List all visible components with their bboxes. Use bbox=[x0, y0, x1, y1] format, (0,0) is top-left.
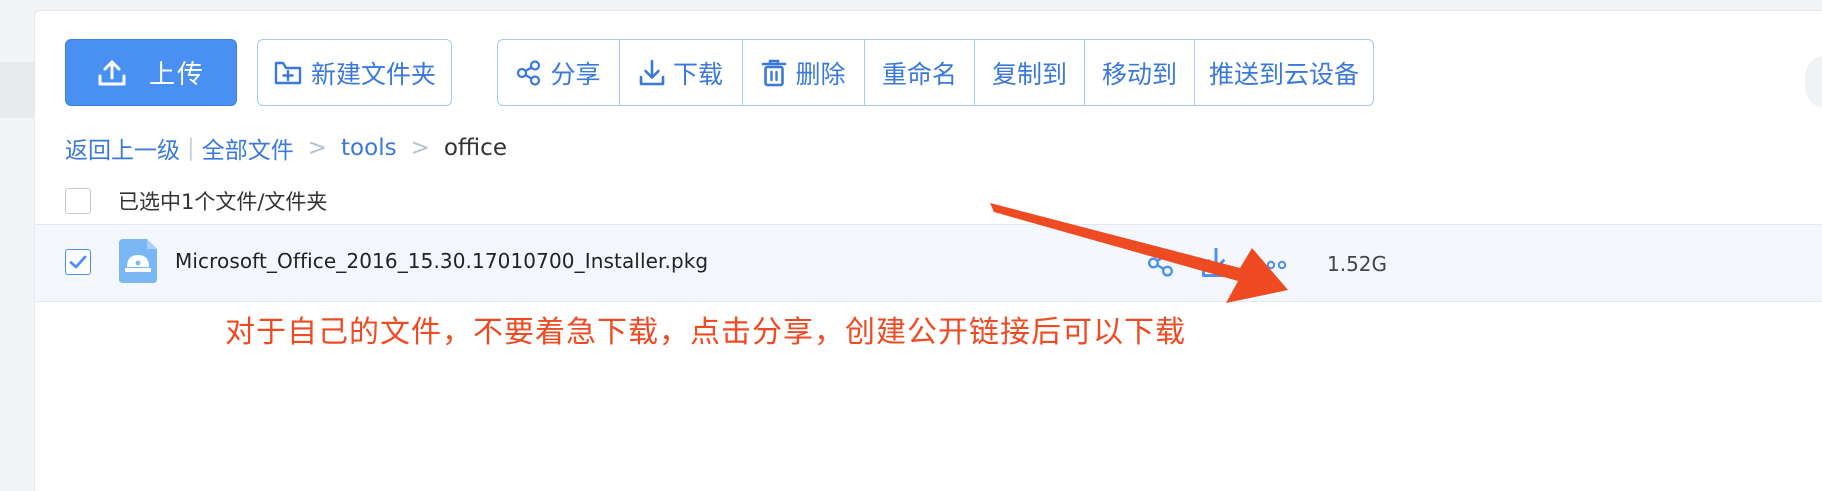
download-icon bbox=[639, 59, 665, 87]
left-sidebar-strip bbox=[0, 0, 34, 480]
new-folder-label: 新建文件夹 bbox=[310, 59, 436, 89]
push-to-cloud-device-label: 推送到云设备 bbox=[1208, 59, 1359, 89]
breadcrumb-separator: > bbox=[307, 135, 328, 161]
push-to-cloud-device-button[interactable]: 推送到云设备 bbox=[1195, 40, 1373, 105]
copy-to-button[interactable]: 复制到 bbox=[975, 40, 1085, 105]
file-actions-group: 分享 下载 删除 重命名 复制到 移动到 推送到云设备 bbox=[497, 39, 1374, 106]
breadcrumb-divider: | bbox=[187, 135, 195, 161]
trash-icon bbox=[761, 59, 787, 87]
share-button[interactable]: 分享 bbox=[498, 40, 620, 105]
breadcrumb-tools-link[interactable]: tools bbox=[341, 135, 397, 161]
row-download-icon[interactable] bbox=[1201, 247, 1231, 283]
move-to-label: 移动到 bbox=[1101, 59, 1177, 89]
side-toggle[interactable] bbox=[1805, 56, 1822, 108]
file-panel: 上传 新建文件夹 分享 下载 删除 重命名 复制到 移动到 推送到云设备 返回上… bbox=[34, 10, 1822, 491]
row-actions bbox=[1147, 247, 1287, 283]
breadcrumb: 返回上一级 | 全部文件 > tools > office bbox=[65, 131, 507, 165]
download-button[interactable]: 下载 bbox=[620, 40, 743, 105]
sidebar-tab[interactable] bbox=[0, 62, 34, 118]
move-to-button[interactable]: 移动到 bbox=[1085, 40, 1195, 105]
breadcrumb-all-files-link[interactable]: 全部文件 bbox=[202, 131, 294, 165]
new-folder-button[interactable]: 新建文件夹 bbox=[257, 39, 452, 106]
package-file-icon bbox=[119, 239, 157, 287]
share-label: 分享 bbox=[550, 59, 601, 89]
upload-button[interactable]: 上传 bbox=[65, 39, 237, 106]
upload-icon bbox=[97, 59, 127, 87]
file-row[interactable]: Microsoft_Office_2016_15.30.17010700_Ins… bbox=[35, 224, 1822, 302]
breadcrumb-separator: > bbox=[410, 135, 430, 161]
rename-button[interactable]: 重命名 bbox=[865, 40, 975, 105]
rename-label: 重命名 bbox=[881, 59, 957, 89]
more-options-icon[interactable] bbox=[1255, 256, 1287, 275]
file-name[interactable]: Microsoft_Office_2016_15.30.17010700_Ins… bbox=[175, 249, 708, 273]
upload-label: 上传 bbox=[148, 60, 205, 90]
checkmark-icon bbox=[69, 255, 87, 269]
new-folder-icon bbox=[273, 59, 303, 87]
download-label: 下载 bbox=[672, 59, 723, 89]
delete-label: 删除 bbox=[795, 59, 846, 89]
selection-summary: 已选中1个文件/文件夹 bbox=[65, 186, 327, 216]
copy-to-label: 复制到 bbox=[991, 59, 1067, 89]
selection-count-text: 已选中1个文件/文件夹 bbox=[118, 190, 328, 214]
delete-button[interactable]: 删除 bbox=[743, 40, 865, 105]
breadcrumb-current: office bbox=[443, 135, 507, 161]
file-checkbox[interactable] bbox=[65, 249, 91, 275]
breadcrumb-back-link[interactable]: 返回上一级 bbox=[65, 131, 180, 165]
share-icon bbox=[516, 59, 542, 86]
file-size: 1.52G bbox=[1327, 252, 1388, 276]
select-all-checkbox[interactable] bbox=[65, 188, 91, 214]
annotation-text: 对于自己的文件，不要着急下载，点击分享，创建公开链接后可以下载 bbox=[225, 315, 1186, 350]
row-share-icon[interactable] bbox=[1147, 249, 1175, 281]
